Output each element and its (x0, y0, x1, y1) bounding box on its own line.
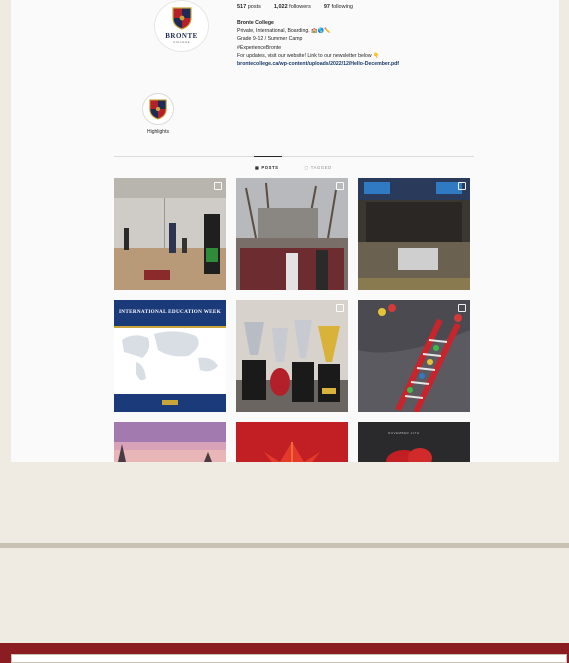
school-crest-icon (171, 7, 192, 30)
post-tile-remembrance[interactable]: NOVEMBER 11TH (358, 422, 470, 462)
gym-photo (114, 178, 226, 290)
profile-name: Bronte College (237, 20, 274, 26)
profile-avatar[interactable]: BRONTE COLLEGE (154, 0, 209, 52)
tabs-divider (114, 156, 474, 157)
avatar-wordmark: BRONTE (165, 32, 198, 40)
trophies-photo (236, 300, 348, 412)
post-tile-red-graphic[interactable] (236, 422, 348, 462)
sunset-photo (114, 422, 226, 462)
poster-date-text: NOVEMBER 11TH (388, 431, 420, 435)
following-stat[interactable]: 97 following (324, 4, 353, 10)
horizontal-rule (0, 543, 569, 548)
profile-tabs: ▦ POSTS ▢ TAGGED (255, 165, 332, 170)
multi-image-icon (214, 182, 222, 190)
instagram-profile-screenshot: BRONTE COLLEGE 517 posts 1,022 followers… (11, 0, 559, 462)
posts-grid: INTERNATIONAL EDUCATION WEEK NOVEMBER 11… (114, 178, 474, 462)
post-tile-gym[interactable] (114, 178, 226, 290)
bio-line: For updates, visit our website! Link to … (237, 52, 380, 59)
active-tab-indicator (254, 156, 282, 157)
remembrance-poster (358, 422, 470, 462)
post-tile-education-week[interactable]: INTERNATIONAL EDUCATION WEEK (114, 300, 226, 412)
group-outdoor-photo (236, 178, 348, 290)
dna-model-photo (358, 300, 470, 412)
post-tile-group-indoor[interactable] (358, 178, 470, 290)
footer-panel (11, 654, 567, 663)
tab-posts[interactable]: ▦ POSTS (255, 165, 279, 170)
post-tile-sunset[interactable] (114, 422, 226, 462)
profile-bio: Bronte College Private, International, B… (237, 19, 399, 68)
education-week-poster (114, 300, 226, 412)
bio-line: Private, International, Boarding. 🏫🌎✏️ (237, 28, 331, 35)
multi-image-icon (336, 182, 344, 190)
post-tile-dna-model[interactable] (358, 300, 470, 412)
highlight-label: Highlights (147, 129, 169, 135)
bio-line: Grade 9-12 / Summer Camp (237, 36, 303, 43)
red-graphic (236, 422, 348, 462)
posts-stat[interactable]: 517 posts (237, 4, 261, 10)
profile-stats: 517 posts 1,022 followers 97 following (237, 4, 353, 10)
story-highlight[interactable] (142, 93, 174, 125)
avatar-subtitle: COLLEGE (173, 40, 190, 44)
bio-link[interactable]: brontecollege.ca/wp-content/uploads/2022… (237, 60, 399, 68)
tab-tagged[interactable]: ▢ TAGGED (305, 165, 332, 170)
multi-image-icon (336, 304, 344, 312)
multi-image-icon (458, 182, 466, 190)
poster-title: INTERNATIONAL EDUCATION WEEK (118, 309, 222, 315)
post-tile-trophies[interactable] (236, 300, 348, 412)
bio-hashtag[interactable]: #ExperienceBronte (237, 44, 399, 52)
group-indoor-photo (358, 178, 470, 290)
school-crest-icon (149, 99, 167, 120)
post-tile-group-outdoor[interactable] (236, 178, 348, 290)
followers-stat[interactable]: 1,022 followers (274, 4, 311, 10)
multi-image-icon (458, 304, 466, 312)
